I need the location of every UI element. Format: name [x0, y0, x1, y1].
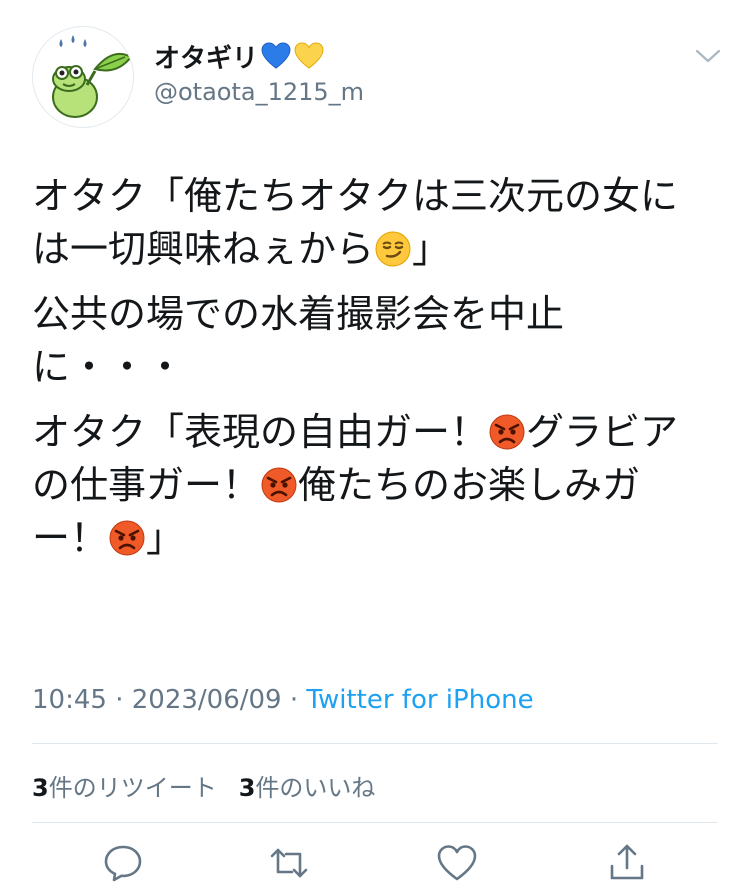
- angry-face-icon: [489, 414, 525, 450]
- tweet-date[interactable]: 2023/06/09: [132, 685, 282, 715]
- tweet-body: オタク「俺たちオタクは三次元の女には一切興味ねぇから」 公共の場での水着撮影会を…: [32, 170, 712, 577]
- user-handle[interactable]: @otaota_1215_m: [154, 78, 364, 106]
- display-name[interactable]: オタギリ: [154, 38, 258, 75]
- blue-heart-icon: [261, 42, 291, 70]
- tweet-text: オタク「俺たちオタクは三次元の女には一切興味ねぇから: [32, 174, 679, 271]
- likes-count: 3: [238, 774, 256, 802]
- angry-face-icon: [109, 520, 145, 556]
- tweet-source-link[interactable]: Twitter for iPhone: [306, 685, 533, 715]
- likes-stat[interactable]: 3件のいいね: [239, 768, 376, 803]
- action-bar: [32, 840, 718, 886]
- tweet-text: オタク「表現の自由ガー！: [32, 410, 489, 454]
- retweets-label: 件のリツイート: [48, 774, 217, 802]
- yellow-heart-icon: [294, 42, 324, 70]
- reply-icon[interactable]: [100, 840, 146, 886]
- likes-label: 件のいいね: [255, 774, 376, 802]
- tweet-text: 公共の場での水着撮影会を中止に・・・: [32, 292, 565, 389]
- tweet-paragraph: オタク「俺たちオタクは三次元の女には一切興味ねぇから」: [32, 170, 712, 276]
- divider: [32, 743, 718, 744]
- tweet-paragraph: オタク「表現の自由ガー！ グラビアの仕事ガー！ 俺たちのお楽しみガー！」: [32, 406, 712, 565]
- meta-separator: ·: [281, 685, 307, 715]
- smirking-face-icon: [375, 231, 411, 267]
- divider: [32, 822, 718, 823]
- tweet-paragraph: 公共の場での水着撮影会を中止に・・・: [32, 288, 712, 394]
- tweet-stats: 3件のリツイート 3件のいいね: [32, 768, 375, 803]
- tweet-text: 」: [146, 516, 185, 560]
- tweet-text: 」: [412, 227, 451, 271]
- meta-separator: ·: [106, 685, 132, 715]
- share-icon[interactable]: [604, 840, 650, 886]
- chevron-down-icon[interactable]: [694, 46, 722, 66]
- like-icon[interactable]: [434, 840, 480, 886]
- tweet-meta: 10:45 · 2023/06/09 · Twitter for iPhone: [32, 685, 534, 715]
- retweet-icon[interactable]: [266, 840, 312, 886]
- name-row: オタギリ: [154, 38, 324, 74]
- retweets-stat[interactable]: 3件のリツイート: [32, 768, 217, 803]
- retweets-count: 3: [32, 774, 49, 802]
- angry-face-icon: [261, 467, 297, 503]
- tweet-time[interactable]: 10:45: [32, 685, 107, 715]
- avatar[interactable]: [32, 26, 134, 128]
- tweet-header: オタギリ @otaota_1215_m: [32, 26, 722, 128]
